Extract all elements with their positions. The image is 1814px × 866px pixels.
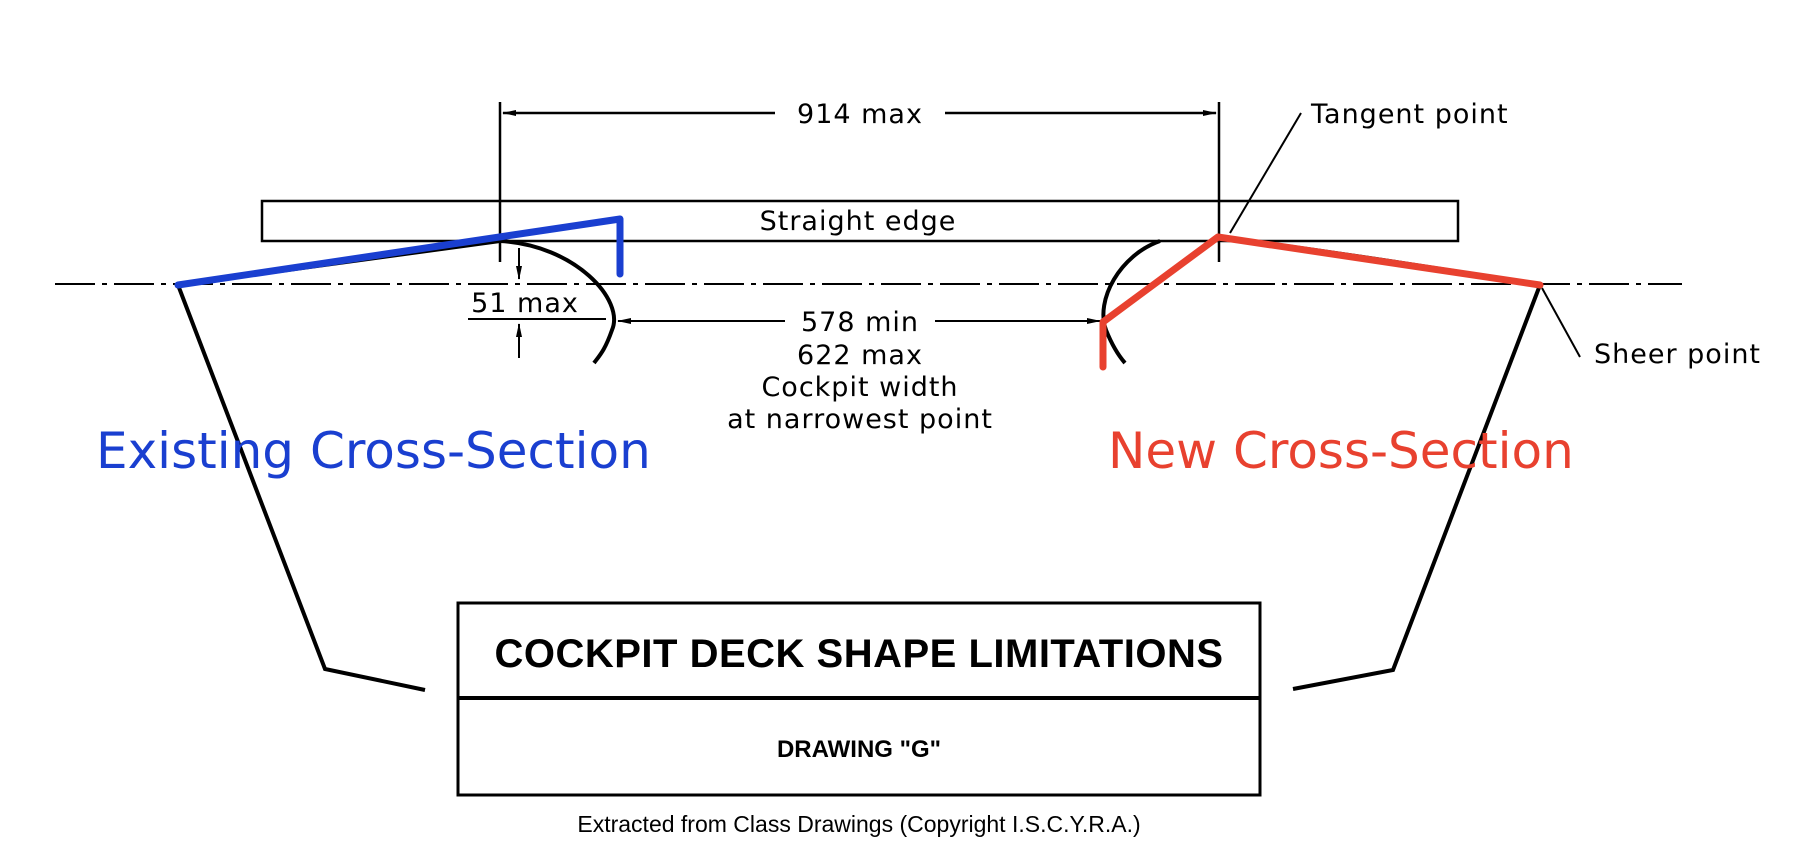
dimension-622-label: 622 max	[797, 340, 923, 371]
dimension-51-label: 51 max	[471, 288, 579, 319]
drawing-title: COCKPIT DECK SHAPE LIMITATIONS	[494, 632, 1223, 676]
sheer-point-label: Sheer point	[1594, 339, 1761, 370]
new-cross-section-line	[1099, 233, 1544, 371]
dimension-914-label: 914 max	[797, 99, 923, 130]
new-cross-section-label: New Cross-Section	[1108, 422, 1574, 480]
hull-left-side	[176, 284, 426, 692]
copyright-credit: Extracted from Class Drawings (Copyright…	[577, 811, 1140, 837]
straight-edge-label: Straight edge	[760, 206, 957, 237]
drawing-subtitle: DRAWING "G"	[777, 736, 941, 763]
sheer-point-leader	[1541, 287, 1581, 358]
existing-cross-section-label: Existing Cross-Section	[96, 422, 651, 480]
tangent-point-label: Tangent point	[1310, 99, 1509, 130]
dimension-578-label: 578 min	[801, 307, 919, 338]
tangent-point-leader	[1229, 112, 1302, 234]
cockpit-width-caption-2: at narrowest point	[727, 404, 993, 435]
cockpit-width-caption: Cockpit width	[761, 372, 958, 403]
hull-right-side	[1292, 284, 1542, 691]
cockpit-deck-diagram: Straight edge 914 max 51 max 578 min 622…	[55, 99, 1761, 837]
